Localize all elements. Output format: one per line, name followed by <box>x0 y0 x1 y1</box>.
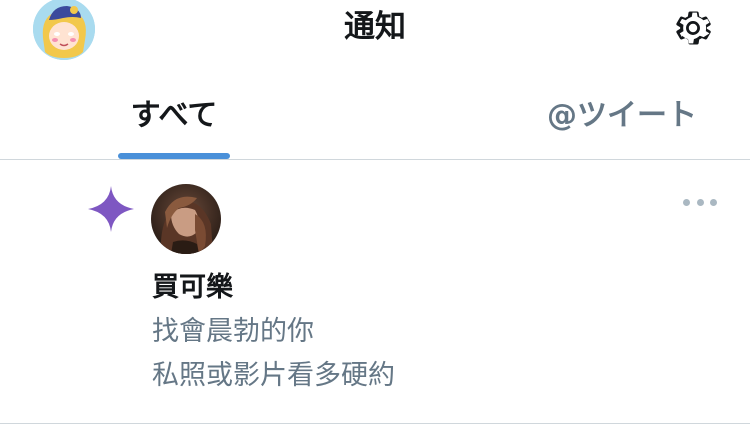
notifications-screen: 通知 すべて @ツイート 買可樂 找會晨勃的你 私照或影片看多硬約 <box>0 0 750 440</box>
settings-button[interactable] <box>668 4 718 52</box>
notification-tabs: すべて @ツイート <box>0 70 750 160</box>
gear-icon <box>676 11 711 45</box>
more-dots-icon <box>683 198 690 206</box>
notification-text-line: 找會晨勃的你 <box>152 316 314 347</box>
notification-text-line: 私照或影片看多硬約 <box>152 360 395 391</box>
notification-item[interactable]: 買可樂 找會晨勃的你 私照或影片看多硬約 <box>0 160 750 424</box>
user-name[interactable]: 買可樂 <box>152 270 233 306</box>
user-photo-icon <box>151 184 221 254</box>
more-options-button[interactable] <box>680 190 720 214</box>
page-title: 通知 <box>344 9 406 45</box>
tab-all-label: すべて <box>130 98 218 133</box>
header: 通知 <box>0 0 750 60</box>
tab-mentions-label: @ツイート <box>547 98 697 133</box>
user-avatar[interactable] <box>151 184 221 254</box>
tab-mentions[interactable]: @ツイート <box>375 70 750 159</box>
active-tab-indicator <box>118 153 230 159</box>
sparkle-icon <box>88 186 134 232</box>
more-dot <box>710 198 717 206</box>
tab-all[interactable]: すべて <box>0 70 375 159</box>
more-dot <box>696 198 704 206</box>
